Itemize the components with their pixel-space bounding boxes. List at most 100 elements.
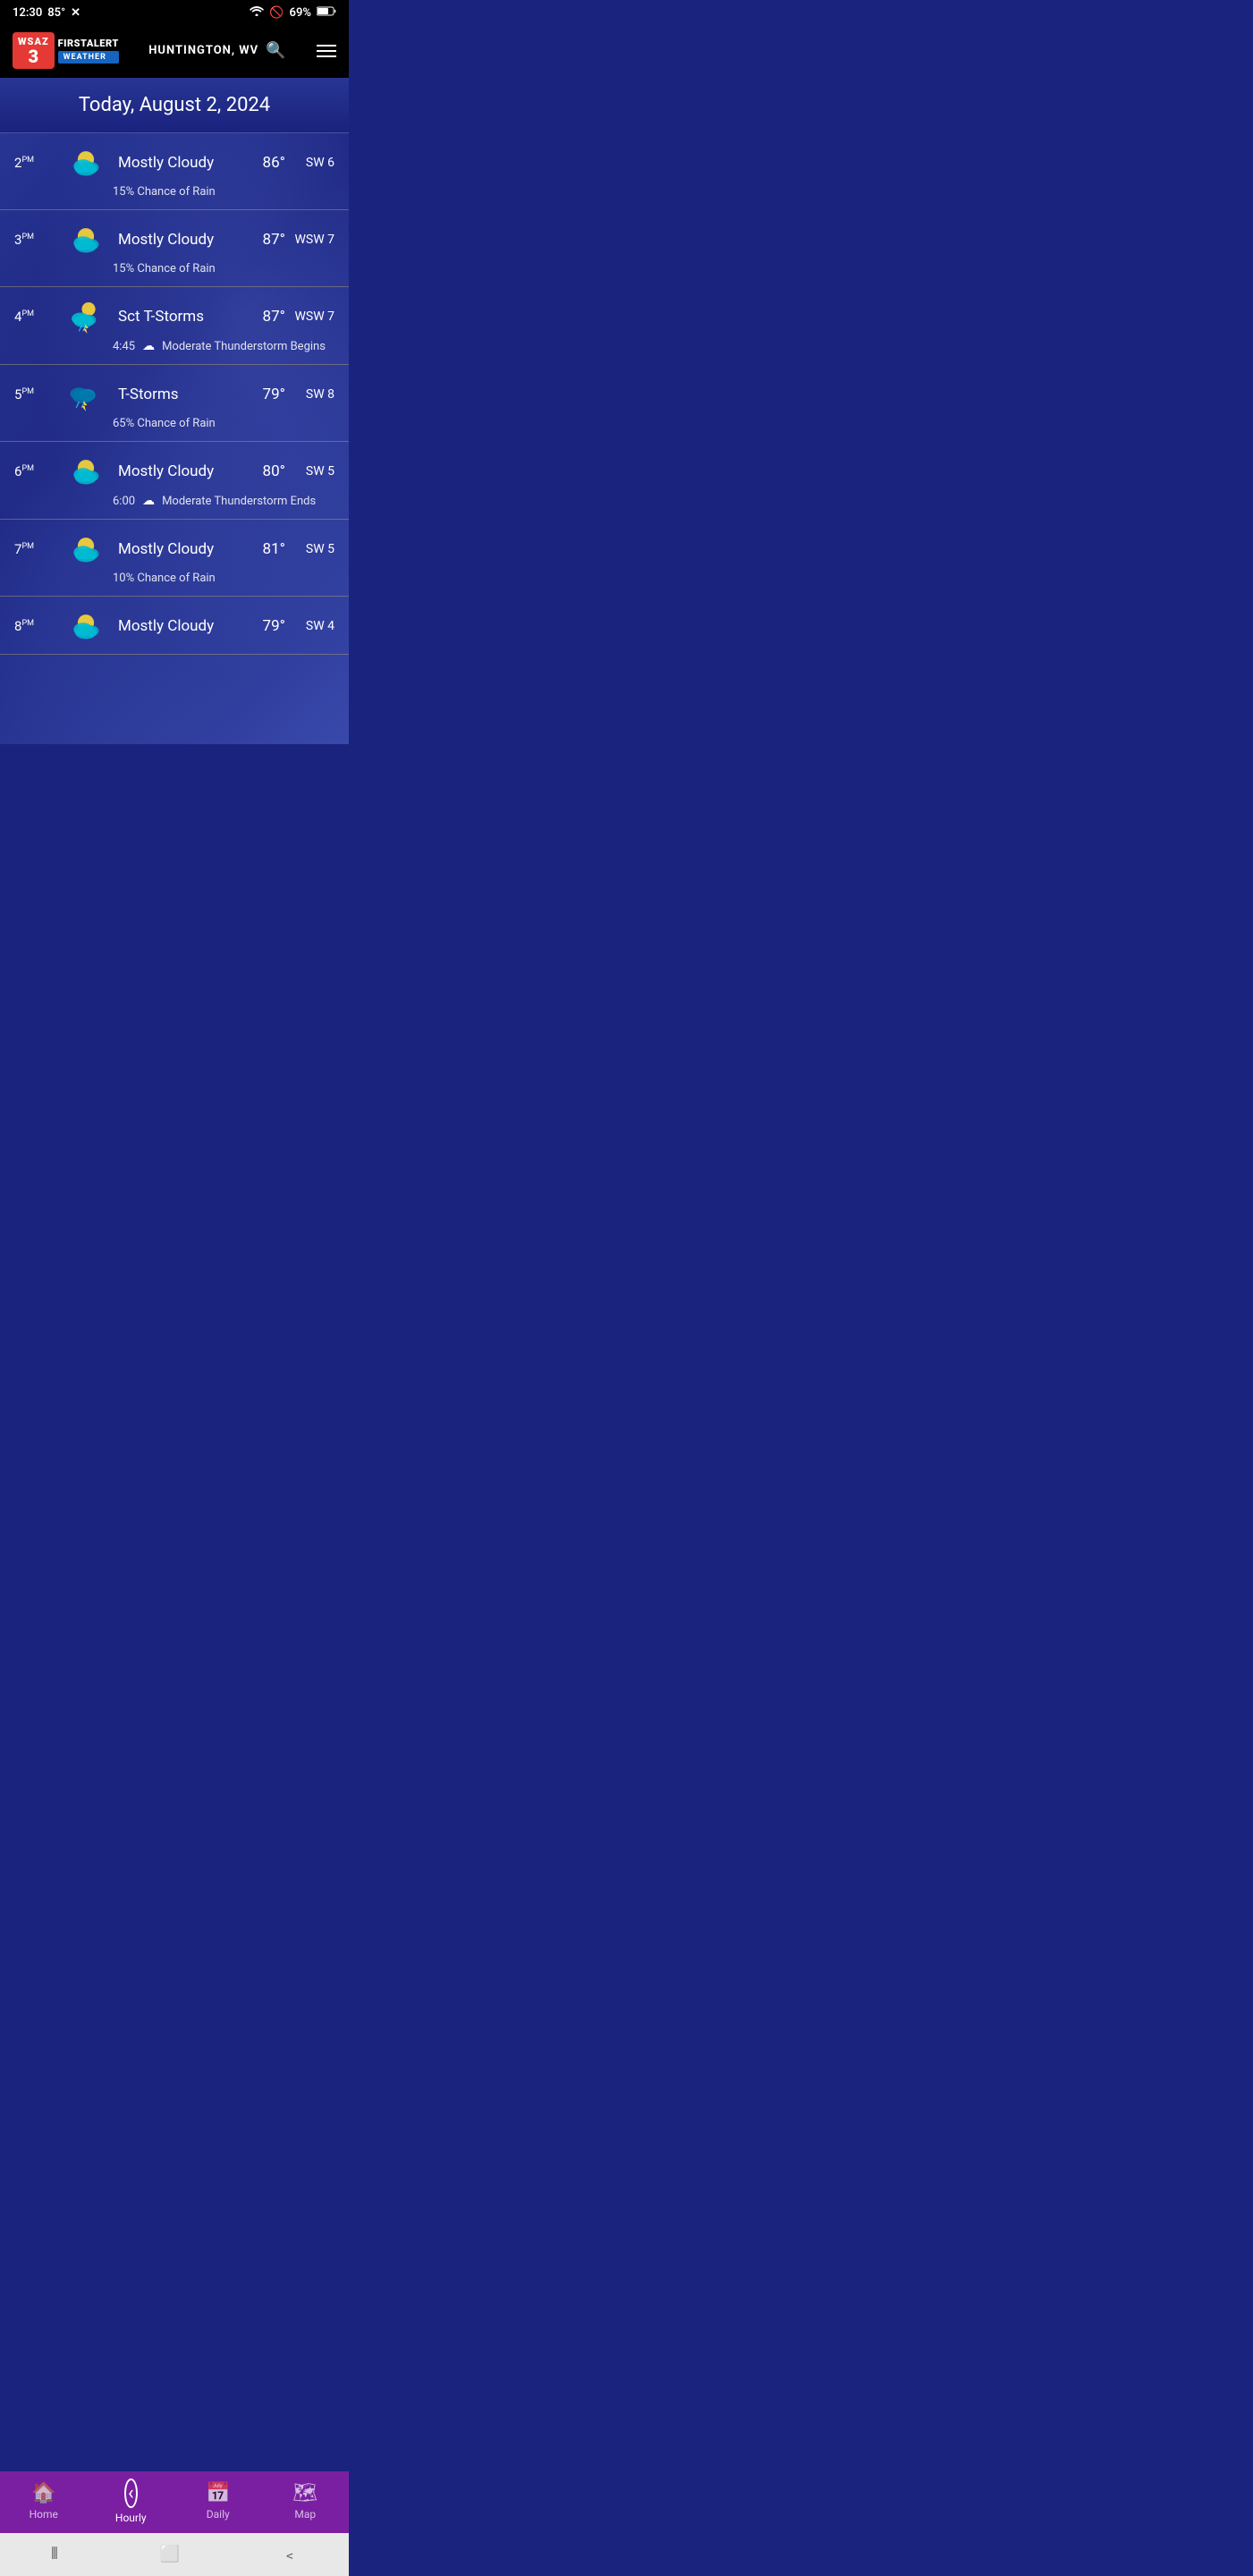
weather-row-main: 2PM Mostly Cloudy 86° SW 6 xyxy=(14,146,334,180)
nav-map[interactable]: 🗺 Map xyxy=(274,2482,336,2521)
weather-row-3pm: 3PM Mostly Cloudy 87° WSW 7 15% Chance o… xyxy=(0,210,349,287)
hamburger-line-2 xyxy=(317,50,336,52)
icon-3pm xyxy=(59,223,113,257)
temp-3pm: 87° xyxy=(241,231,285,249)
wind-7pm: SW 5 xyxy=(285,542,334,556)
daily-icon: 📅 xyxy=(206,2482,230,2504)
battery-text: 69% xyxy=(290,6,311,20)
home-button[interactable]: ⬜ xyxy=(160,2545,180,2563)
nav-home[interactable]: 🏠 Home xyxy=(13,2482,75,2521)
icon-7pm xyxy=(59,532,113,566)
sub-text-3pm: 15% Chance of Rain xyxy=(113,262,216,275)
home-icon: 🏠 xyxy=(31,2482,55,2504)
bottom-spacer xyxy=(0,655,349,744)
sub-icon-6pm: ☁ xyxy=(142,494,155,508)
nav-map-label: Map xyxy=(294,2508,316,2521)
status-x-icon: ✕ xyxy=(71,6,80,20)
weather-row-8pm: 8PM Mostly Cloudy 79° SW 4 xyxy=(0,597,349,655)
map-icon: 🗺 xyxy=(292,2482,317,2504)
weather-row-main: 6PM Mostly Cloudy 80° SW 5 xyxy=(14,454,334,488)
app-header: WSAZ 3 FIRSTALERT WEATHER HUNTINGTON, WV… xyxy=(0,25,349,78)
logo-num: 3 xyxy=(29,47,39,65)
sub-3pm: 15% Chance of Rain xyxy=(14,262,334,275)
temp-6pm: 80° xyxy=(241,462,285,480)
icon-2pm xyxy=(59,146,113,180)
time-3pm: 3PM xyxy=(14,232,59,248)
nav-home-label: Home xyxy=(30,2508,58,2521)
battery-icon xyxy=(317,6,336,20)
back-button[interactable]: ﹤ xyxy=(282,2542,298,2565)
sub-6pm: 6:00 ☁ Moderate Thunderstorm Ends xyxy=(14,494,334,508)
wind-4pm: WSW 7 xyxy=(285,309,334,324)
weather-row-2pm: 2PM Mostly Cloudy 86° SW 6 15% Chance of… xyxy=(0,133,349,210)
condition-5pm: T-Storms xyxy=(113,386,241,403)
location-text: HUNTINGTON, WV xyxy=(148,44,258,57)
wifi-icon xyxy=(250,5,264,20)
wind-6pm: SW 5 xyxy=(285,464,334,479)
condition-2pm: Mostly Cloudy xyxy=(113,154,241,172)
nav-daily[interactable]: 📅 Daily xyxy=(187,2482,250,2521)
sub-text-7pm: 10% Chance of Rain xyxy=(113,572,216,585)
nav-hourly-label: Hourly xyxy=(115,2512,147,2524)
sub-4pm: 4:45 ☁ Moderate Thunderstorm Begins xyxy=(14,339,334,353)
signal-icon: 🚫 xyxy=(269,6,284,20)
sub-time-6pm: 6:00 xyxy=(113,495,135,508)
condition-3pm: Mostly Cloudy xyxy=(113,231,241,249)
status-temp: 85° xyxy=(47,6,65,20)
icon-5pm xyxy=(59,377,113,411)
time-8pm: 8PM xyxy=(14,618,59,634)
icon-8pm xyxy=(59,609,113,643)
sub-text-2pm: 15% Chance of Rain xyxy=(113,185,216,199)
temp-8pm: 79° xyxy=(241,617,285,635)
menu-button[interactable] xyxy=(317,45,336,57)
icon-4pm xyxy=(59,300,113,334)
weather-row-4pm: 4PM Sct T-Storms 87° WSW 7 4:45 ☁ Modera… xyxy=(0,287,349,365)
weather-row-main: 4PM Sct T-Storms 87° WSW 7 xyxy=(14,300,334,334)
status-right: 🚫 69% xyxy=(250,5,336,20)
temp-7pm: 81° xyxy=(241,540,285,558)
logo: WSAZ 3 FIRSTALERT WEATHER xyxy=(13,32,119,69)
sub-7pm: 10% Chance of Rain xyxy=(14,572,334,585)
weather-row-7pm: 7PM Mostly Cloudy 81° SW 5 10% Chance of… xyxy=(0,520,349,597)
icon-6pm xyxy=(59,454,113,488)
sub-2pm: 15% Chance of Rain xyxy=(14,185,334,199)
sub-text-5pm: 65% Chance of Rain xyxy=(113,417,216,430)
weather-row-6pm: 6PM Mostly Cloudy 80° SW 5 6:00 ☁ Modera… xyxy=(0,442,349,520)
recent-apps-button[interactable]: ⦀ xyxy=(51,2545,58,2563)
date-banner: Today, August 2, 2024 xyxy=(0,78,349,133)
sub-text-6pm: Moderate Thunderstorm Ends xyxy=(162,495,316,508)
condition-8pm: Mostly Cloudy xyxy=(113,617,241,635)
time-4pm: 4PM xyxy=(14,309,59,325)
logo-box: WSAZ 3 xyxy=(13,32,55,69)
sub-time-4pm: 4:45 xyxy=(113,340,135,353)
condition-7pm: Mostly Cloudy xyxy=(113,540,241,558)
weather-row-main: 7PM Mostly Cloudy 81° SW 5 xyxy=(14,532,334,566)
temp-5pm: 79° xyxy=(241,386,285,403)
time-2pm: 2PM xyxy=(14,155,59,171)
nav-hourly[interactable]: ‹ Hourly xyxy=(99,2479,162,2524)
sub-text-4pm: Moderate Thunderstorm Begins xyxy=(162,340,326,353)
condition-4pm: Sct T-Storms xyxy=(113,308,241,326)
status-bar: 12:30 85° ✕ 🚫 69% xyxy=(0,0,349,25)
wind-8pm: SW 4 xyxy=(285,619,334,633)
weather-row-main: 3PM Mostly Cloudy 87° WSW 7 xyxy=(14,223,334,257)
search-icon[interactable]: 🔍 xyxy=(266,41,286,60)
time-6pm: 6PM xyxy=(14,463,59,479)
wind-2pm: SW 6 xyxy=(285,156,334,170)
hamburger-line-3 xyxy=(317,55,336,57)
weather-row-5pm: 5PM T-Storms 79° SW 8 65% Chance of Rain xyxy=(0,365,349,442)
sub-icon-4pm: ☁ xyxy=(142,339,155,353)
hourly-forecast: 2PM Mostly Cloudy 86° SW 6 15% Chance of… xyxy=(0,133,349,744)
status-time: 12:30 xyxy=(13,6,42,20)
temp-2pm: 86° xyxy=(241,154,285,172)
nav-daily-label: Daily xyxy=(207,2508,230,2521)
time-7pm: 7PM xyxy=(14,541,59,557)
hamburger-line-1 xyxy=(317,45,336,47)
system-nav: ⦀ ⬜ ﹤ xyxy=(0,2533,349,2576)
logo-text: FIRSTALERT WEATHER xyxy=(58,38,119,64)
time-5pm: 5PM xyxy=(14,386,59,402)
status-left: 12:30 85° ✕ xyxy=(13,6,80,20)
sub-5pm: 65% Chance of Rain xyxy=(14,417,334,430)
hourly-icon: ‹ xyxy=(124,2479,138,2508)
weather-row-main: 8PM Mostly Cloudy 79° SW 4 xyxy=(14,609,334,643)
